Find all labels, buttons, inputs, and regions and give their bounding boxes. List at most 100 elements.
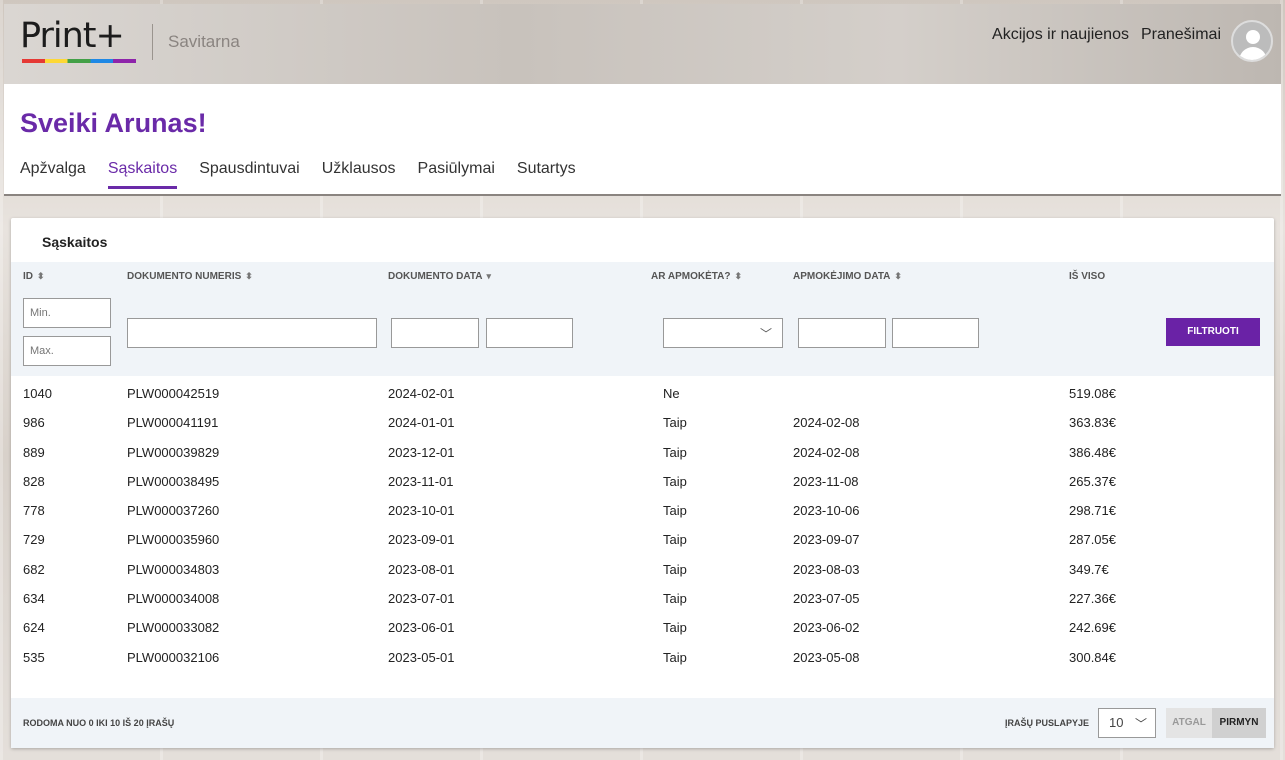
table-cell: 2023-07-05 — [793, 591, 860, 607]
table-cell: 2024-02-08 — [793, 444, 860, 460]
doc-date-from-input[interactable] — [391, 318, 479, 348]
table-cell: 227.36€ — [1069, 591, 1116, 607]
table-cell: 349.7€ — [1069, 561, 1109, 577]
next-page-button[interactable]: PIRMYN — [1212, 708, 1266, 738]
column-label: ID — [23, 271, 33, 282]
id-max-input[interactable] — [23, 336, 111, 366]
table-footer: RODOMA NUO 0 IKI 10 IŠ 20 ĮRAŠŲ ĮRAŠŲ PU… — [11, 698, 1274, 748]
tab-printers[interactable]: Spausdintuvai — [199, 160, 300, 189]
table-cell: 2023-09-01 — [388, 532, 455, 548]
sort-icon: ⬍ — [245, 271, 253, 281]
per-page-select[interactable]: 10 ﹀ — [1098, 708, 1156, 738]
sort-icon: ⬍ — [894, 271, 902, 281]
table-row[interactable]: 624 PLW000033082 2023-06-01 Taip 2023-06-02 2… — [11, 612, 1274, 641]
table-cell: PLW000038495 — [127, 473, 220, 489]
sort-icon: ⬍ — [734, 271, 742, 281]
column-label: APMOKĖJIMO DATA — [793, 271, 891, 282]
table-cell: Taip — [663, 649, 687, 665]
table-cell: 386.48€ — [1069, 444, 1116, 460]
logo-divider — [152, 24, 153, 60]
table-cell: 682 — [23, 561, 45, 577]
table-cell: 634 — [23, 591, 45, 607]
payment-date-to-input[interactable] — [892, 318, 979, 348]
table-cell: Taip — [663, 591, 687, 607]
table-row[interactable]: 634 PLW000034008 2023-07-01 Taip 2023-07-05 2… — [11, 583, 1274, 612]
column-header-id[interactable]: ID ⬍ — [23, 271, 45, 282]
doc-number-input[interactable] — [127, 318, 377, 348]
table-cell: 828 — [23, 473, 45, 489]
table-row[interactable]: 889 PLW000039829 2023-12-01 Taip 2024-02-08 3… — [11, 437, 1274, 466]
column-label: DOKUMENTO NUMERIS — [127, 271, 242, 282]
table-cell: PLW000035960 — [127, 532, 220, 548]
nav-link-notifications[interactable]: Pranešimai — [1141, 26, 1221, 44]
table-cell: Taip — [663, 532, 687, 548]
per-page-label: ĮRAŠŲ PUSLAPYJE — [1005, 718, 1090, 728]
table-cell: 265.37€ — [1069, 473, 1116, 489]
column-header-doc-number[interactable]: DOKUMENTO NUMERIS ⬍ — [127, 271, 253, 282]
filter-button[interactable]: FILTRUOTI — [1166, 318, 1260, 346]
payment-date-from-input[interactable] — [798, 318, 886, 348]
table-cell: 300.84€ — [1069, 649, 1116, 665]
column-header-paid[interactable]: AR APMOKĖTA? ⬍ — [651, 271, 742, 282]
prev-page-button[interactable]: ATGAL — [1166, 708, 1212, 738]
tab-invoices[interactable]: Sąskaitos — [107, 160, 178, 189]
table-cell: 2023-05-01 — [388, 649, 455, 665]
table-cell: PLW000033082 — [127, 620, 220, 636]
table-cell: 298.71€ — [1069, 503, 1116, 519]
table-cell: 2023-07-01 — [388, 591, 455, 607]
table-cell: 519.08€ — [1069, 386, 1116, 401]
table-cell: Taip — [663, 444, 687, 460]
table-cell: Taip — [663, 620, 687, 636]
table-cell: Taip — [663, 561, 687, 577]
user-avatar-icon[interactable] — [1231, 20, 1273, 62]
card-title: Sąskaitos — [42, 234, 108, 250]
table-row[interactable]: 828 PLW000038495 2023-11-01 Taip 2023-11-08 2… — [11, 466, 1274, 495]
table-cell: 2023-09-07 — [793, 532, 860, 548]
table-cell: 242.69€ — [1069, 620, 1116, 636]
table-cell: 2023-12-01 — [388, 444, 455, 460]
table-cell: 2023-10-01 — [388, 503, 455, 519]
table-cell: 2023-11-08 — [793, 473, 859, 489]
column-header-payment-date[interactable]: APMOKĖJIMO DATA ⬍ — [793, 271, 902, 282]
table-cell: 729 — [23, 532, 45, 548]
column-header-doc-date[interactable]: DOKUMENTO DATA ▾ — [388, 271, 491, 282]
table-cell: 624 — [23, 620, 45, 636]
invoices-card: Sąskaitos ID ⬍ DOKUMENTO NUMERIS ⬍ DOKUMEN… — [11, 218, 1274, 748]
tab-contracts[interactable]: Sutartys — [517, 160, 576, 189]
tab-requests[interactable]: Užklausos — [322, 160, 396, 189]
table-row[interactable]: 682 PLW000034803 2023-08-01 Taip 2023-08-03 3… — [11, 554, 1274, 583]
top-bar: Print+ Savitarna Akcijos ir naujienos Pr… — [4, 4, 1281, 84]
table-cell: 2024-02-01 — [388, 386, 455, 401]
table-cell: Ne — [663, 386, 680, 401]
sort-desc-icon: ▾ — [486, 271, 491, 281]
avatar-head — [1246, 30, 1260, 44]
table-row[interactable]: 535 PLW000032106 2023-05-01 Taip 2023-05-08 3… — [11, 642, 1274, 671]
table-cell: 2023-08-01 — [388, 561, 455, 577]
table-cell: 2023-06-01 — [388, 620, 455, 636]
table-cell: PLW000034008 — [127, 591, 220, 607]
top-nav: Akcijos ir naujienos Pranešimai — [992, 26, 1221, 44]
app-name: Savitarna — [168, 32, 240, 51]
table-body: 1040 PLW000042519 2024-02-01 Ne 519.08€ 986 PL… — [11, 378, 1274, 671]
nav-link-news[interactable]: Akcijos ir naujienos — [992, 26, 1129, 44]
column-label: DOKUMENTO DATA — [388, 271, 483, 282]
table-cell: 2023-05-08 — [793, 649, 860, 665]
table-cell: 2023-11-01 — [388, 473, 454, 489]
table-cell: 778 — [23, 503, 45, 519]
tab-overview[interactable]: Apžvalga — [20, 160, 86, 189]
id-min-input[interactable] — [23, 298, 111, 328]
table-cell: 363.83€ — [1069, 415, 1116, 431]
records-info: RODOMA NUO 0 IKI 10 IŠ 20 ĮRAŠŲ — [23, 718, 175, 728]
table-cell: 1040 — [23, 386, 52, 401]
table-row[interactable]: 1040 PLW000042519 2024-02-01 Ne 519.08€ — [11, 378, 1274, 407]
doc-date-to-input[interactable] — [486, 318, 573, 348]
print-plus-logo[interactable]: Print+ — [20, 16, 140, 66]
chevron-down-icon: ﹀ — [1134, 717, 1147, 731]
table-row[interactable]: 778 PLW000037260 2023-10-01 Taip 2023-10-06 2… — [11, 495, 1274, 524]
tab-offers[interactable]: Pasiūlymai — [418, 160, 495, 189]
paid-select[interactable]: ﹀ — [663, 318, 783, 348]
table-row[interactable]: 729 PLW000035960 2023-09-01 Taip 2023-09-07 2… — [11, 524, 1274, 553]
table-row[interactable]: 986 PLW000041191 2024-01-01 Taip 2024-02-08 3… — [11, 407, 1274, 436]
page-title: Sveiki Arunas! — [20, 108, 207, 138]
avatar-body — [1239, 47, 1267, 60]
